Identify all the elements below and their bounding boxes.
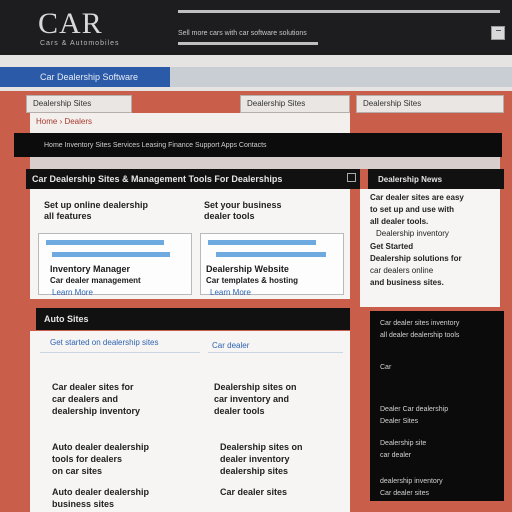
feature-card-1-link[interactable]: Learn More [52,288,93,297]
panel-line-2: all dealer dealership tools [380,332,460,339]
header-divider-2 [178,42,318,45]
panel-line-9[interactable]: Car dealer sites [380,490,429,497]
main-menu-links[interactable]: Home Inventory Sites Services Leasing Fi… [44,142,267,149]
banner-band [30,157,500,169]
sidebar-line-3: all dealer tools. [370,217,429,226]
auto-row-3c: on car sites [52,466,103,476]
tab-dealership-sites-1[interactable]: Dealership Sites [26,95,132,113]
feature-card-1-accent-2 [52,252,170,257]
menu-button[interactable] [491,26,505,40]
auto-row-1c: dealership inventory [52,406,141,416]
sidebar-line-4: Dealership inventory [376,229,449,238]
feature-card-2-accent-2 [216,252,326,257]
auto-sites-card [30,331,350,512]
primary-nav-label: Car Dealership Software [40,72,139,82]
expand-icon[interactable] [347,173,356,182]
column-divider-2 [208,352,343,353]
auto-row-5a: Auto dealer dealership [52,487,150,497]
breadcrumb[interactable]: Home › Dealers [36,117,92,126]
sidebar-line-7: car dealers online [370,266,434,275]
auto-row-5b: business sites [52,499,115,509]
auto-row-6a: Car dealer sites [220,487,288,497]
sidebar-line-2: to set up and use with [370,205,455,214]
panel-line-8: dealership inventory [380,478,443,485]
intro-right-1: Set your business [204,200,282,210]
auto-row-4c: dealership sites [220,466,289,476]
column-divider-1 [40,352,200,353]
auto-row-1a: Car dealer sites for [52,382,134,392]
tab-dealership-sites-3[interactable]: Dealership Sites [356,95,504,113]
feature-card-1-accent [46,240,164,245]
secondary-nav-bar [170,67,512,87]
sidebar-line-1: Car dealer sites are easy [370,193,464,202]
panel-line-3: Car [380,364,392,371]
auto-row-3a: Auto dealer dealership [52,442,150,452]
menu-icon [496,30,501,36]
feature-card-2-accent [208,240,316,245]
auto-sites-link[interactable]: Get started on dealership sites [50,338,159,347]
auto-row-2b: car inventory and [214,394,290,404]
feature-card-1-sub: Car dealer management [50,276,141,285]
feature-card-1-title: Inventory Manager [50,264,131,274]
panel-line-4[interactable]: Dealer Car dealership [380,406,448,413]
feature-card-2-title: Dealership Website [206,264,289,274]
feature-card-2-link[interactable]: Learn More [210,288,251,297]
intro-left-2: all features [44,211,92,221]
header-divider [178,10,500,13]
panel-line-5: Dealer Sites [380,418,419,425]
sidebar-get-started[interactable]: Get Started [370,242,413,251]
main-heading: Car Dealership Sites & Management Tools … [26,169,360,189]
header-tagline: Sell more cars with car software solutio… [178,30,307,37]
auto-row-3b: tools for dealers [52,454,123,464]
sidebar-line-6: Dealership solutions for [370,254,462,263]
intro-left-1: Set up online dealership [44,200,149,210]
auto-row-4a: Dealership sites on [220,442,303,452]
auto-row-2c: dealer tools [214,406,265,416]
intro-right-2: dealer tools [204,211,255,221]
panel-line-1: Car dealer sites inventory [380,320,460,327]
panel-line-6: Dealership site [380,440,427,447]
site-logo[interactable]: CAR [38,9,103,39]
sidebar-line-8: and business sites. [370,278,444,287]
auto-sites-sublink[interactable]: Car dealer [212,341,249,350]
auto-row-2a: Dealership sites on [214,382,297,392]
tab-dealership-sites-2[interactable]: Dealership Sites [240,95,350,113]
panel-line-7: car dealer [380,452,412,459]
logo-tagline: Cars & Automobiles [40,40,120,47]
auto-row-4b: dealer inventory [220,454,290,464]
feature-card-2-sub: Car templates & hosting [206,276,299,285]
auto-sites-heading: Auto Sites [36,308,350,330]
sidebar-heading: Dealership News [368,169,504,189]
auto-row-1b: car dealers and [52,394,119,404]
